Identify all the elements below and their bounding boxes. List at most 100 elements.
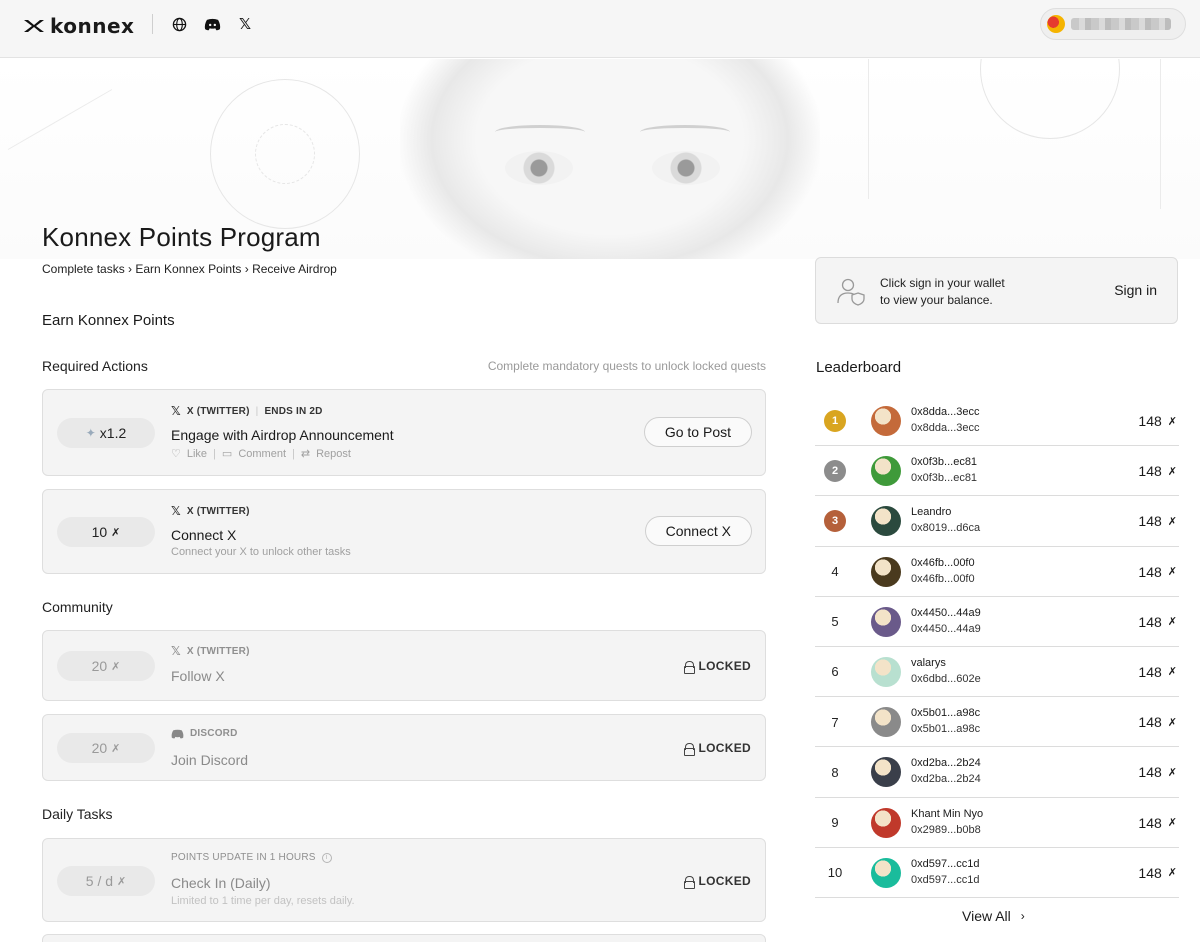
reward-points-badge: 5 / d ✗ [57, 866, 155, 896]
leaderboard-row[interactable]: 8 0xd2ba...2b24 0xd2ba...2b24 148 ✗ [815, 747, 1179, 798]
leaderboard-rank: 1 [823, 396, 847, 446]
task-meta: 𝕏 X (TWITTER) [171, 504, 250, 518]
reward-value: 5 / d [85, 873, 114, 889]
leaderboard-user-name: 0xd597...cc1d [911, 857, 980, 870]
go-to-post-button[interactable]: Go to Post [643, 417, 752, 447]
comment-label: Comment [238, 447, 287, 460]
konnex-token-icon: ✗ [1167, 765, 1177, 779]
leaderboard-score: 148 ✗ [1138, 463, 1177, 479]
avatar [871, 656, 901, 687]
discord-icon [171, 729, 184, 738]
reward-value: 20 [91, 740, 108, 756]
sign-in-message-line1: Click sign in your wallet [880, 276, 1005, 290]
konnex-token-icon: ✗ [1167, 816, 1177, 829]
platform-label: DISCORD [190, 728, 238, 739]
brand-name: konnex [50, 14, 135, 38]
meta-separator: | [213, 447, 216, 460]
leaderboard-title: Leaderboard [816, 359, 902, 376]
konnex-token-icon: ✗ [1167, 464, 1177, 478]
konnex-token-icon: ✗ [1167, 665, 1177, 679]
leaderboard-row[interactable]: 1 0x8dda...3ecc 0x8dda...3ecc 148 ✗ [815, 396, 1179, 447]
daily-tasks-heading: Daily Tasks [42, 806, 113, 822]
score-value: 148 [1138, 563, 1162, 580]
leaderboard-user-name: valarys [911, 656, 946, 669]
leaderboard-row[interactable]: 4 0x46fb...00f0 0x46fb...00f0 148 ✗ [815, 547, 1179, 597]
leaderboard-rank: 2 [823, 446, 847, 496]
leaderboard-user-name: 0xd2ba...2b24 [911, 757, 981, 770]
task-card-follow-x: 20 ✗ 𝕏 X (TWITTER) Follow X LOCKED [42, 630, 766, 701]
globe-icon[interactable] [169, 14, 189, 34]
leaderboard-user-address: 0x5b01...a98c [911, 723, 981, 736]
wallet-avatar-icon [1047, 15, 1065, 33]
lock-icon [683, 742, 695, 756]
info-icon[interactable]: i [321, 852, 332, 863]
avatar [871, 807, 901, 838]
score-value: 148 [1138, 513, 1162, 530]
score-value: 148 [1138, 613, 1162, 630]
x-twitter-icon[interactable]: 𝕏 [235, 14, 255, 34]
leaderboard-row[interactable]: 6 valarys 0x6dbd...602e 148 ✗ [815, 647, 1179, 698]
sign-in-message-line2: to view your balance. [880, 293, 993, 307]
view-all-button[interactable]: View All › [962, 908, 1025, 924]
sign-in-button[interactable]: Sign in [1114, 282, 1157, 298]
leaderboard-score: 148 ✗ [1138, 815, 1177, 831]
required-actions-heading: Required Actions [42, 358, 148, 374]
task-title: Follow X [171, 668, 225, 684]
konnex-logo[interactable]: konnex [22, 14, 134, 38]
lock-icon [683, 875, 695, 889]
leaderboard-row[interactable]: 5 0x4450...44a9 0x4450...44a9 148 ✗ [815, 597, 1179, 647]
task-meta: 𝕏 X (TWITTER) | ENDS IN 2D [171, 404, 323, 418]
konnex-token-icon: ✗ [117, 874, 127, 888]
konnex-token-icon: ✗ [111, 525, 121, 539]
community-heading: Community [42, 599, 113, 615]
discord-icon[interactable] [202, 14, 222, 34]
score-value: 148 [1138, 814, 1162, 831]
leaderboard-user-name: 0x5b01...a98c [911, 707, 981, 720]
wallet-address-redacted [1071, 18, 1171, 30]
leaderboard-row[interactable]: 10 0xd597...cc1d 0xd597...cc1d 148 ✗ [815, 848, 1179, 898]
task-card-connect-x: 10 ✗ 𝕏 X (TWITTER) Connect X Connect you… [42, 489, 766, 574]
leaderboard-row[interactable]: 2 0x0f3b...ec81 0x0f3b...ec81 148 ✗ [815, 446, 1179, 497]
task-card-daily-check-in: 5 / d ✗ POINTS UPDATE IN 1 HOURS i Check… [42, 838, 766, 922]
like-icon: ♡ [171, 448, 181, 460]
reward-value: x1.2 [99, 425, 127, 441]
leaderboard-row[interactable]: 7 0x5b01...a98c 0x5b01...a98c 148 ✗ [815, 697, 1179, 748]
task-card-next-partial [42, 934, 766, 942]
wallet-sign-in-panel: Click sign in your wallet to view your b… [815, 257, 1178, 324]
hero-eye-right [652, 151, 720, 185]
task-engagement-actions: ♡ Like | ▭ Comment | ⇄ Repost [171, 447, 351, 461]
rank-medal-icon: 3 [824, 510, 846, 533]
leaderboard-user-name: 0x4450...44a9 [911, 606, 981, 619]
avatar [871, 757, 901, 788]
wallet-button[interactable] [1040, 8, 1186, 40]
konnex-token-icon: ✗ [1167, 565, 1177, 579]
reward-multiplier-badge: ✦ x1.2 [57, 418, 155, 448]
konnex-token-icon: ✗ [111, 741, 121, 755]
locked-status: LOCKED [683, 659, 751, 674]
connect-x-button[interactable]: Connect X [644, 516, 752, 546]
points-update-label: POINTS UPDATE IN 1 HOURS [171, 852, 316, 863]
sign-in-message: Click sign in your wallet to view your b… [880, 275, 1005, 309]
reward-points-badge: 20 ✗ [57, 733, 155, 763]
score-value: 148 [1138, 764, 1162, 781]
repost-icon: ⇄ [300, 448, 311, 460]
hero-brow-left [495, 125, 585, 139]
task-meta: DISCORD [171, 728, 238, 739]
leaderboard-user-address: 0x2989...b0b8 [911, 823, 981, 836]
leaderboard-row[interactable]: 3 Leandro 0x8019...d6ca 148 ✗ [815, 496, 1179, 547]
leaderboard-rank: 6 [831, 664, 839, 680]
leaderboard-rank: 3 [823, 496, 847, 546]
score-value: 148 [1138, 663, 1162, 680]
leaderboard-score: 148 ✗ [1138, 664, 1177, 680]
leaderboard-rank: 9 [831, 815, 839, 830]
konnex-token-icon: ✗ [1167, 414, 1177, 428]
leaderboard-user-address: 0x8019...d6ca [911, 522, 981, 535]
x-twitter-icon: 𝕏 [171, 504, 181, 518]
chevron-right-icon: › [1020, 909, 1025, 923]
required-actions-hint: Complete mandatory quests to unlock lock… [487, 359, 766, 373]
leaderboard-row[interactable]: 9 Khant Min Nyo 0x2989...b0b8 148 ✗ [815, 798, 1179, 848]
avatar [871, 456, 901, 487]
leaderboard-rank: 5 [831, 614, 839, 630]
hero-decoration-circle-right [980, 59, 1120, 139]
leaderboard-score: 148 ✗ [1138, 764, 1177, 780]
